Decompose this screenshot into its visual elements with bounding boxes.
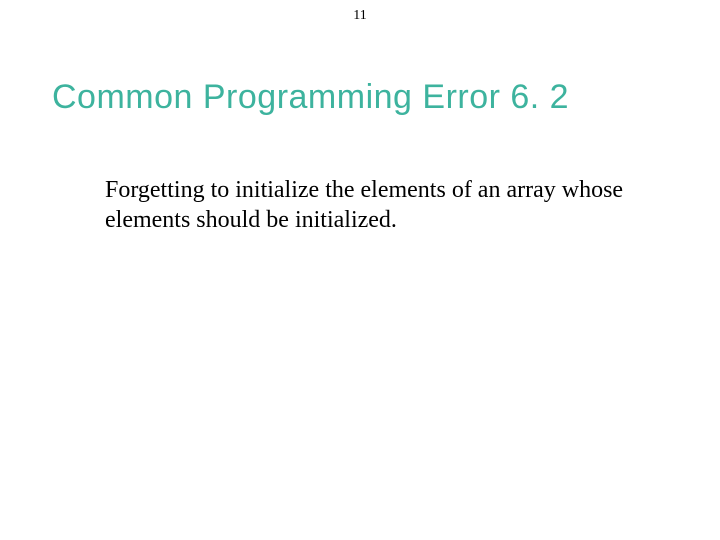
page-number: 11 bbox=[0, 8, 720, 24]
slide-body-text: Forgetting to initialize the elements of… bbox=[105, 175, 625, 235]
slide-heading: Common Programming Error 6. 2 bbox=[52, 78, 569, 117]
